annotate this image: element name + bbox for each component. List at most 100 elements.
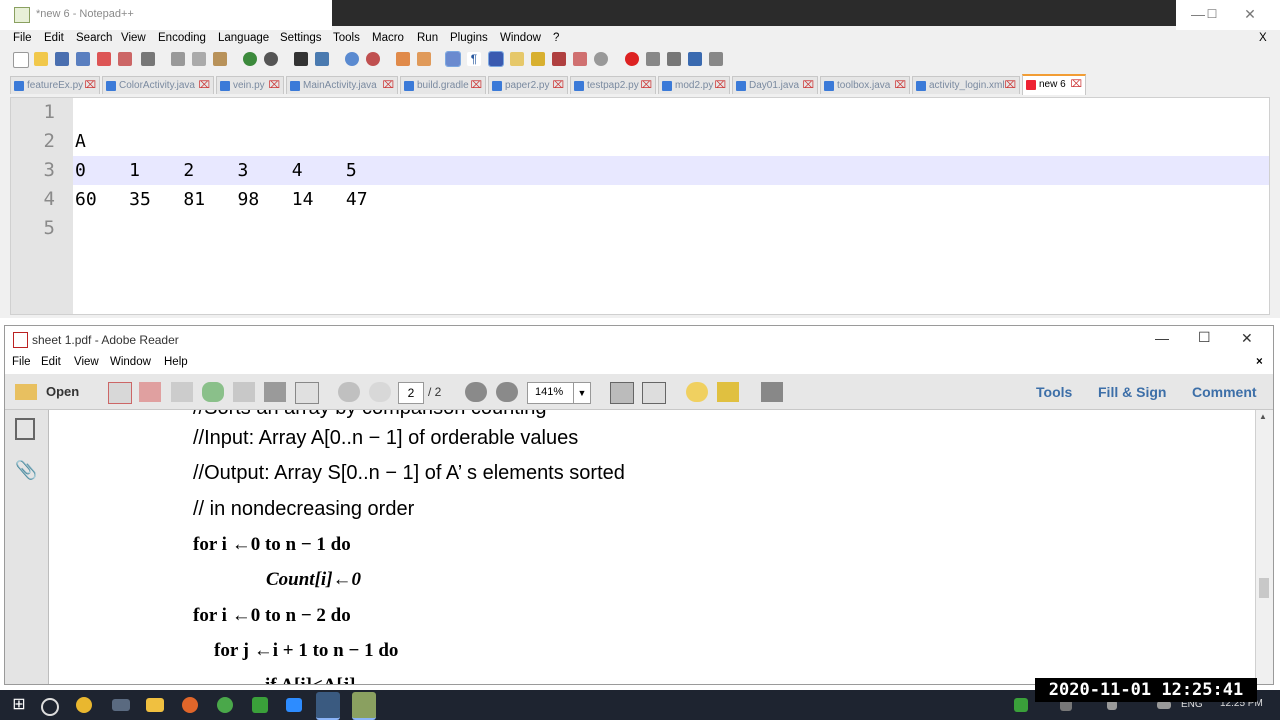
tab-close-icon[interactable]: ⌧	[1004, 77, 1016, 94]
tab-mod2[interactable]: mod2.py ⌧	[658, 76, 730, 94]
open-file-icon[interactable]	[34, 52, 48, 66]
sync-vertical-icon[interactable]	[396, 52, 410, 66]
save-icon[interactable]	[233, 382, 255, 402]
indent-guide-icon[interactable]	[488, 51, 504, 67]
editor-area[interactable]: 1 2 3 4 5 A 0 1 2 3 4 5 60 35 81 98 14 4…	[10, 97, 1270, 315]
user-lang-icon[interactable]	[510, 52, 524, 66]
print-icon[interactable]	[141, 52, 155, 66]
highlight-icon[interactable]	[717, 382, 739, 402]
tab-build-gradle[interactable]: build.gradle ⌧	[400, 76, 486, 94]
keyboard-icon[interactable]	[112, 699, 130, 711]
vertical-scrollbar[interactable]: ▲	[1255, 410, 1273, 684]
notepadpp-task-icon[interactable]	[352, 692, 376, 720]
menu-window[interactable]: Window	[110, 356, 151, 368]
menu-edit[interactable]: Edit	[41, 356, 61, 368]
menu-view[interactable]: View	[74, 356, 99, 368]
upload-cloud-icon[interactable]	[202, 382, 224, 402]
play-multiple-icon[interactable]	[688, 52, 702, 66]
paste-icon[interactable]	[213, 52, 227, 66]
export-pdf-icon[interactable]	[139, 382, 161, 402]
comment-button[interactable]: Comment	[1192, 384, 1257, 400]
previous-page-icon[interactable]	[338, 382, 360, 402]
create-pdf-icon[interactable]	[108, 382, 132, 404]
tab-testpap2[interactable]: testpap2.py ⌧	[570, 76, 656, 94]
start-icon[interactable]: ⊞	[8, 694, 30, 716]
firefox-icon[interactable]	[182, 697, 198, 713]
wifi-icon[interactable]	[1014, 698, 1028, 712]
tab-close-icon[interactable]: ⌧	[382, 77, 394, 94]
redo-icon[interactable]	[264, 52, 278, 66]
tab-paper2[interactable]: paper2.py ⌧	[488, 76, 568, 94]
undo-icon[interactable]	[243, 52, 257, 66]
monitoring-icon[interactable]	[594, 52, 608, 66]
chrome-icon[interactable]	[76, 697, 92, 713]
tab-close-icon[interactable]: ⌧	[640, 77, 652, 94]
tab-close-icon[interactable]: ⌧	[714, 77, 726, 94]
full-screen-icon[interactable]	[642, 382, 666, 404]
zoom-out-icon[interactable]	[465, 382, 487, 402]
pages-icon[interactable]	[15, 418, 35, 440]
maximize-icon[interactable]: ☐	[1198, 329, 1211, 346]
tab-close-icon[interactable]: ⌧	[470, 77, 482, 94]
email-icon[interactable]	[295, 382, 319, 404]
menu-plugins[interactable]: Plugins	[450, 32, 488, 44]
copy-icon[interactable]	[192, 52, 206, 66]
tab-close-icon[interactable]: ⌧	[802, 77, 814, 94]
menu-window[interactable]: Window	[500, 32, 541, 44]
stop-macro-icon[interactable]	[646, 52, 660, 66]
save-macro-icon[interactable]	[709, 52, 723, 66]
close-icon[interactable]: ✕	[1228, 0, 1272, 28]
scroll-up-icon[interactable]: ▲	[1259, 412, 1267, 421]
menu-help[interactable]: Help	[164, 356, 188, 368]
tab-close-icon[interactable]: ⌧	[894, 77, 906, 94]
close-document-icon[interactable]: ×	[1256, 356, 1263, 368]
tab-close-icon[interactable]: ⌧	[268, 77, 280, 94]
cut-icon[interactable]	[171, 52, 185, 66]
open-folder-icon[interactable]	[15, 384, 37, 400]
zoom-in-icon[interactable]	[345, 52, 359, 66]
attachment-icon[interactable]: 📎	[15, 460, 37, 481]
menu-help[interactable]: ?	[553, 32, 559, 44]
next-page-icon[interactable]	[369, 382, 391, 402]
search-icon[interactable]	[41, 698, 59, 716]
battery-icon[interactable]	[1157, 701, 1171, 709]
comment-icon[interactable]	[686, 382, 708, 402]
save-all-icon[interactable]	[76, 52, 90, 66]
fit-page-icon[interactable]	[610, 382, 634, 404]
expand-icon[interactable]	[761, 382, 783, 402]
folder-workspace-icon[interactable]	[573, 52, 587, 66]
menu-edit[interactable]: Edit	[44, 32, 64, 44]
tab-close-icon[interactable]: ⌧	[84, 77, 96, 94]
menu-run[interactable]: Run	[417, 32, 438, 44]
tab-day01[interactable]: Day01.java ⌧	[732, 76, 818, 94]
edit-icon[interactable]	[171, 382, 193, 402]
doc-map-icon[interactable]	[531, 52, 545, 66]
tab-activity-login[interactable]: activity_login.xml ⌧	[912, 76, 1020, 94]
zoom-in-icon[interactable]	[496, 382, 518, 402]
zoom-app-icon[interactable]	[286, 698, 302, 712]
record-macro-icon[interactable]	[625, 52, 639, 66]
tab-close-icon[interactable]: ⌧	[1070, 76, 1082, 94]
zoom-out-icon[interactable]	[366, 52, 380, 66]
print-icon[interactable]	[264, 382, 286, 402]
pdf-page[interactable]: //Sorts an array by comparison counting …	[49, 410, 1255, 684]
close-icon[interactable]: ✕	[1241, 330, 1253, 347]
tab-close-icon[interactable]: ⌧	[552, 77, 564, 94]
sync-horizontal-icon[interactable]	[417, 52, 431, 66]
zoom-select[interactable]: 141% ▼	[527, 382, 591, 404]
tab-toolbox[interactable]: toolbox.java ⌧	[820, 76, 910, 94]
tab-new-6[interactable]: new 6 ⌧	[1022, 74, 1086, 95]
open-button[interactable]: Open	[46, 384, 79, 399]
file-explorer-icon[interactable]	[146, 698, 164, 712]
close-all-icon[interactable]	[118, 52, 132, 66]
replace-icon[interactable]	[315, 52, 329, 66]
tab-vein[interactable]: vein.py ⌧	[216, 76, 284, 94]
settings-icon[interactable]	[252, 697, 268, 713]
new-file-icon[interactable]	[13, 52, 29, 68]
menu-file[interactable]: File	[12, 356, 31, 368]
menu-search[interactable]: Search	[76, 32, 112, 44]
tab-mainactivity[interactable]: MainActivity.java ⌧	[286, 76, 398, 94]
menu-settings[interactable]: Settings	[280, 32, 322, 44]
chevron-down-icon[interactable]: ▼	[573, 383, 590, 403]
function-list-icon[interactable]	[552, 52, 566, 66]
